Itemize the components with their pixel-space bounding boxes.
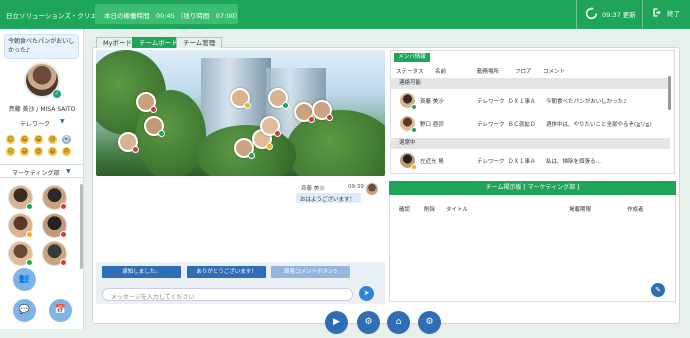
board-title: チーム掲示板 [ マーケティング部 ]	[389, 181, 676, 195]
department-select[interactable]: マーケティング部 ▼	[0, 164, 84, 178]
column-header[interactable]: ステータス	[396, 67, 424, 75]
pencil-icon: ✎	[655, 286, 661, 294]
logout-label: 終了	[667, 9, 680, 18]
group-header: 連絡可能	[390, 78, 670, 89]
chat-icon: 💬	[18, 305, 31, 315]
member-pin[interactable]	[312, 100, 333, 121]
map-pin-icon: ⌂	[395, 317, 402, 327]
online-status-icon: ✓	[52, 89, 62, 99]
top-bar: 日立ソリューションズ・クリエイト 本日の稼働時間 00:45 （残り時間 07:…	[0, 0, 690, 29]
refresh-button[interactable]: 09:37 更新	[585, 7, 636, 20]
profile-sidebar: 今朝食べたパンがおいしかった♪ ✓ 斉藤 美沙 / MISA SAITO テレワ…	[0, 29, 84, 329]
column-header: 削除	[424, 207, 436, 213]
smile-emoji-icon[interactable]: 😊	[6, 135, 15, 144]
chevron-down-icon: ▼	[66, 168, 71, 175]
work-status-select[interactable]: テレワーク	[20, 119, 50, 128]
tab-team-management[interactable]: チーム管理	[176, 37, 223, 48]
camera-button[interactable]: ▶	[325, 311, 348, 334]
location-button[interactable]: ⌂	[387, 311, 410, 334]
member-pin[interactable]	[136, 92, 157, 113]
team-button[interactable]: 👥	[13, 268, 36, 291]
member-avatar-list	[8, 185, 74, 266]
profile-message[interactable]: 今朝食べたパンがおいしかった♪	[4, 34, 79, 59]
member-avatar[interactable]	[8, 241, 33, 266]
avatar	[366, 183, 378, 195]
angry-emoji-icon[interactable]: 😠	[62, 147, 71, 156]
member-pin[interactable]	[144, 116, 165, 137]
quick-reply-button[interactable]: 簡易コメントボタン3	[271, 266, 350, 278]
member-avatar[interactable]	[8, 213, 33, 238]
chevron-down-icon: ▼	[60, 118, 65, 125]
team-bulletin-board	[389, 181, 676, 302]
department-label: マーケティング部	[12, 170, 60, 177]
table-row[interactable]: 左近允 晃 テレワーク ＤＸ１事Ａ 私は、掃除を頑張る…	[390, 150, 670, 172]
video-camera-icon: ▶	[333, 317, 340, 327]
member-pin[interactable]	[230, 88, 251, 109]
profile-name: 斉藤 美沙 / MISA SAITO	[8, 106, 76, 113]
avatar	[400, 153, 417, 170]
new-post-button[interactable]: ✎	[651, 283, 665, 297]
chat-timestamp: 09:39	[348, 184, 364, 190]
emoji-picker: 😊 😃 😄 😢 👻 😐 😅 😍 😆 😠	[6, 135, 78, 156]
scrollbar[interactable]	[668, 76, 671, 110]
refresh-icon	[585, 7, 598, 20]
chat-button[interactable]: 💬	[13, 299, 36, 322]
member-pin[interactable]	[268, 88, 289, 109]
send-icon: ➤	[363, 289, 370, 297]
neutral-emoji-icon[interactable]: 😐	[6, 147, 15, 156]
settings-button[interactable]: ⚙	[418, 311, 441, 334]
avatar	[400, 93, 417, 110]
column-header: 掲載期限	[569, 207, 592, 213]
column-header: 名前	[435, 69, 447, 75]
group-header: 退席中	[390, 138, 670, 149]
work-time-indicator: 本日の稼働時間 00:45 （残り時間 07:00）	[95, 4, 241, 24]
quick-reply-button[interactable]: 承知しました。	[102, 266, 181, 278]
virtual-office-view[interactable]	[96, 50, 385, 176]
column-header: 勤務場所	[477, 69, 500, 75]
column-header: 確認	[399, 207, 411, 213]
column-header: フロア	[515, 69, 532, 75]
member-avatar[interactable]	[8, 185, 33, 210]
happy-emoji-icon[interactable]: 😄	[34, 135, 43, 144]
ghost-emoji-icon[interactable]: 👻	[62, 135, 71, 144]
member-avatar[interactable]	[42, 185, 67, 210]
member-avatar[interactable]	[42, 213, 67, 238]
user-settings-button[interactable]: ⚙	[357, 311, 380, 334]
column-header: コメント	[543, 69, 566, 75]
sad-emoji-icon[interactable]: 😢	[48, 135, 57, 144]
member-pin[interactable]	[234, 138, 255, 159]
scrollbar[interactable]	[80, 184, 83, 269]
team-icon: 👥	[18, 274, 31, 284]
laugh-emoji-icon[interactable]: 😆	[48, 147, 57, 156]
sweat-emoji-icon[interactable]: 😅	[20, 147, 29, 156]
message-input[interactable]: メッセージを入力してください	[102, 288, 353, 301]
quick-reply-button[interactable]: ありがとうございます！	[187, 266, 266, 278]
logout-button[interactable]: 終了	[652, 7, 680, 18]
grin-emoji-icon[interactable]: 😃	[20, 135, 29, 144]
user-gear-icon: ⚙	[364, 317, 373, 327]
gear-icon: ⚙	[425, 317, 434, 327]
calendar-button[interactable]: 📅	[49, 299, 72, 322]
chat-message: おはようございます！	[296, 193, 361, 203]
member-pin[interactable]	[118, 132, 139, 153]
table-row[interactable]: 斉藤 美沙 テレワーク ＤＸ１事Ａ 今朝食べたパンがおいしかった♪	[390, 90, 670, 112]
clock-label: 09:37 更新	[602, 10, 636, 19]
chat-sender: 斉藤 美沙	[301, 186, 325, 192]
avatar	[400, 116, 417, 133]
member-pin[interactable]	[260, 116, 281, 137]
column-header: タイトル	[446, 207, 469, 213]
member-avatar[interactable]	[42, 241, 67, 266]
member-info-title: メンバ情報	[394, 53, 430, 62]
send-button[interactable]: ➤	[359, 286, 374, 301]
column-header: 作成者	[627, 207, 644, 213]
logout-icon	[653, 8, 661, 17]
member-pin[interactable]	[294, 102, 315, 123]
table-row[interactable]: 野口 亜弥 テレワーク ＢＣ就拡Ｄ 週休中は、やりたいこと全部やるぞ(≧▽≦)	[390, 113, 670, 135]
love-emoji-icon[interactable]: 😍	[34, 147, 43, 156]
calendar-icon: 📅	[54, 305, 67, 315]
